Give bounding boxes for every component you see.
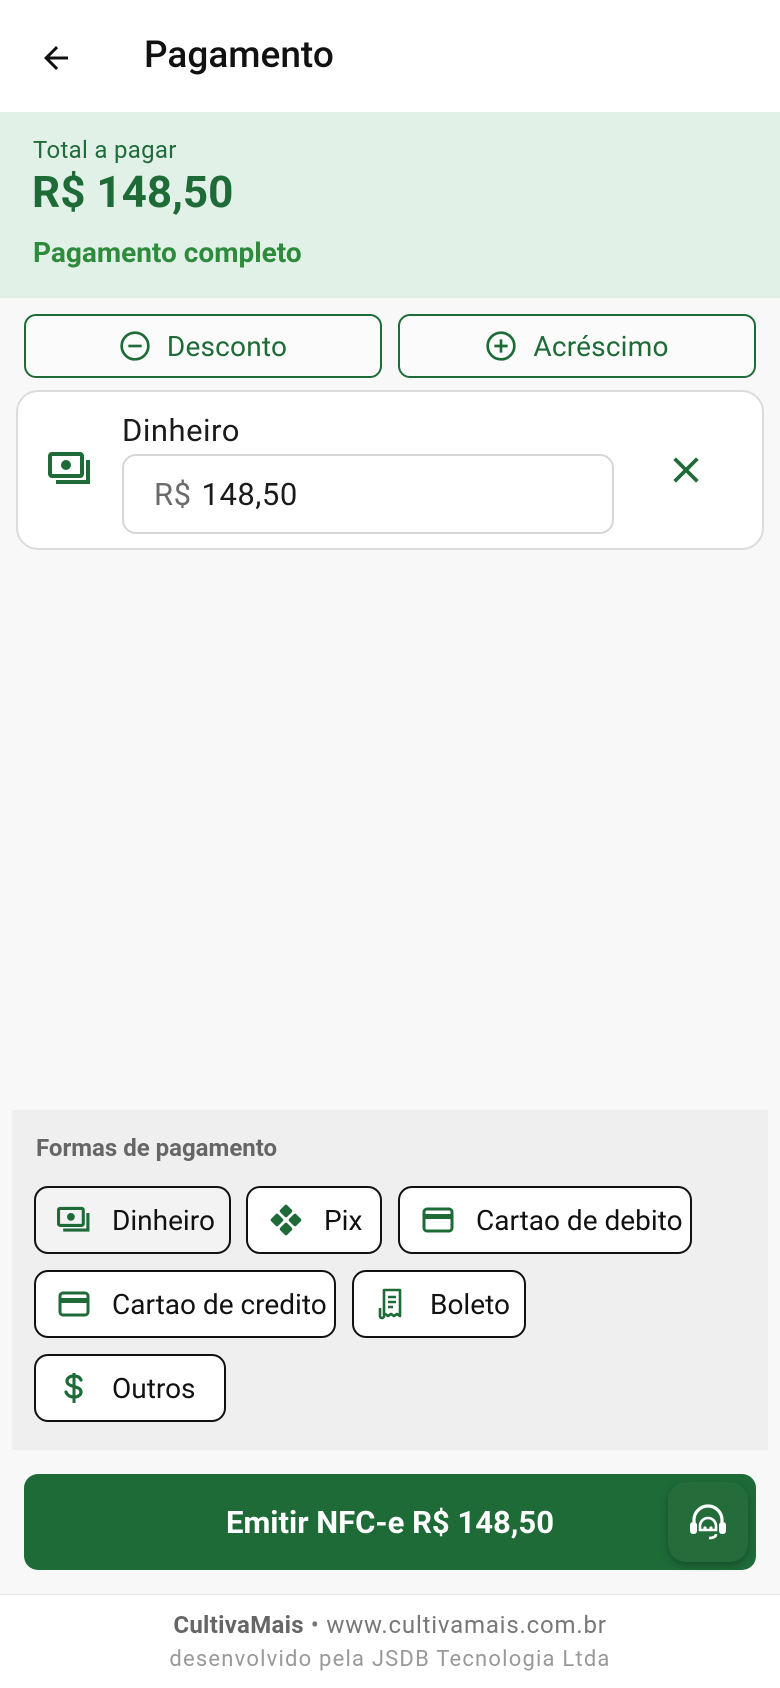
method-chip-pix[interactable]: Pix — [246, 1186, 382, 1254]
footer-url[interactable]: www.cultivamais.com.br — [326, 1611, 606, 1639]
surcharge-button[interactable]: Acréscimo — [398, 314, 756, 378]
method-chip-cartao-debito[interactable]: Cartao de debito — [398, 1186, 692, 1254]
method-chip-label: Cartao de credito — [112, 1287, 327, 1321]
method-chip-label: Cartao de debito — [476, 1203, 683, 1237]
surcharge-label: Acréscimo — [533, 329, 669, 363]
page-title: Pagamento — [144, 34, 334, 77]
emit-nfce-label: Emitir NFC-e R$ 148,50 — [226, 1503, 554, 1541]
method-chip-outros[interactable]: Outros — [34, 1354, 226, 1422]
payment-summary: Total a pagar R$ 148,50 Pagamento comple… — [0, 112, 780, 298]
payment-entry-card: Dinheiro R$ 148,50 — [16, 390, 764, 550]
back-button[interactable] — [28, 30, 84, 86]
arrow-left-icon — [44, 46, 68, 70]
amount-value: 148,50 — [201, 475, 298, 513]
currency-prefix: R$ — [154, 475, 192, 513]
cash-icon — [56, 1202, 92, 1238]
minus-circle-icon — [120, 331, 150, 361]
payment-status: Pagamento completo — [33, 236, 302, 269]
pix-icon — [268, 1202, 304, 1238]
payment-method-name: Dinheiro — [122, 412, 240, 449]
app-bar: Pagamento — [0, 0, 780, 112]
credit-card-icon — [420, 1202, 456, 1238]
method-chip-dinheiro[interactable]: Dinheiro — [34, 1186, 231, 1254]
receipt-icon — [374, 1286, 410, 1322]
payment-methods-title: Formas de pagamento — [36, 1134, 278, 1162]
footer-credit: desenvolvido pela JSDB Tecnologia Ltda — [169, 1647, 611, 1672]
amount-input[interactable]: R$ 148,50 — [122, 454, 614, 534]
method-chip-label: Pix — [324, 1203, 363, 1237]
cash-icon — [48, 452, 92, 490]
method-chip-boleto[interactable]: Boleto — [352, 1270, 526, 1338]
credit-card-icon — [56, 1286, 92, 1322]
support-button[interactable] — [668, 1482, 748, 1562]
method-chip-label: Dinheiro — [112, 1203, 215, 1237]
footer-brand-line: CultivaMais • www.cultivamais.com.br — [0, 1611, 780, 1639]
footer-separator: • — [310, 1611, 320, 1639]
method-chip-label: Outros — [112, 1371, 196, 1405]
remove-payment-button[interactable] — [658, 442, 714, 498]
discount-label: Desconto — [166, 329, 288, 363]
close-icon — [673, 457, 699, 483]
headset-icon — [690, 1504, 726, 1540]
dollar-icon — [56, 1370, 92, 1406]
footer: CultivaMais • www.cultivamais.com.br des… — [0, 1594, 780, 1688]
method-chip-label: Boleto — [430, 1287, 510, 1321]
payment-methods-panel: Formas de pagamento Dinheiro Pix Cartao … — [12, 1110, 768, 1450]
emit-nfce-button[interactable]: Emitir NFC-e R$ 148,50 — [24, 1474, 756, 1570]
plus-circle-icon — [486, 331, 517, 361]
total-label: Total a pagar — [33, 136, 177, 164]
method-chip-cartao-credito[interactable]: Cartao de credito — [34, 1270, 336, 1338]
footer-brand: CultivaMais — [173, 1611, 304, 1639]
total-amount: R$ 148,50 — [32, 166, 234, 218]
discount-button[interactable]: Desconto — [24, 314, 382, 378]
